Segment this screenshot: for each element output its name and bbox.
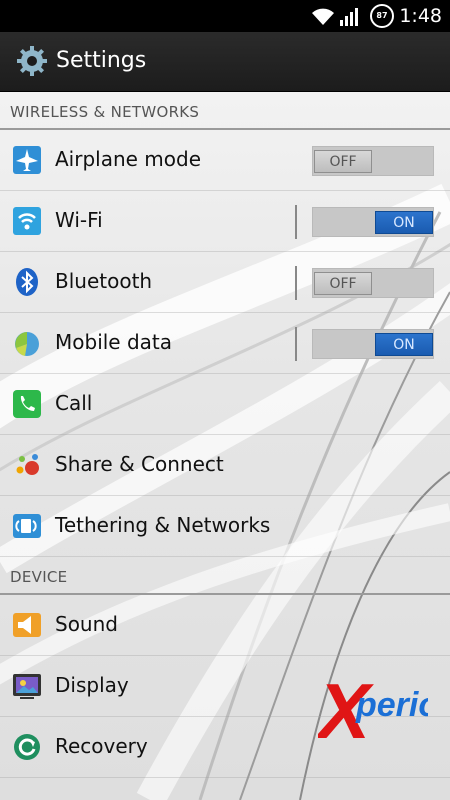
- bluetooth-row[interactable]: Bluetooth OFF: [0, 252, 450, 313]
- gear-icon[interactable]: [16, 45, 48, 81]
- battery-icon: 87: [370, 4, 394, 28]
- svg-text:perion: perion: [355, 686, 428, 724]
- wifi-toggle[interactable]: ON: [312, 207, 434, 237]
- cell-signal-icon: [340, 6, 362, 30]
- wifi-row[interactable]: Wi-Fi ON: [0, 191, 450, 252]
- xperion-logo: X perion: [314, 667, 450, 755]
- bluetooth-toggle[interactable]: OFF: [312, 268, 434, 298]
- airplane-icon: [12, 145, 42, 175]
- display-icon: [12, 671, 42, 701]
- mobile-data-icon: [12, 328, 42, 358]
- clock: 1:48: [399, 5, 442, 27]
- row-divider: [295, 327, 297, 361]
- row-divider: [295, 205, 297, 239]
- sound-row[interactable]: Sound: [0, 595, 450, 656]
- wifi-icon: [12, 206, 42, 236]
- page-title: Settings: [56, 48, 147, 73]
- section-header-device: DEVICE: [0, 557, 450, 595]
- airplane-mode-row[interactable]: Airplane mode OFF: [0, 130, 450, 191]
- phone-icon: [12, 389, 42, 419]
- bluetooth-icon: [12, 267, 42, 297]
- tethering-icon: [12, 511, 42, 541]
- share-connect-icon: [12, 450, 42, 480]
- action-bar: Settings: [0, 32, 450, 92]
- status-bar: 87 1:48: [0, 0, 450, 32]
- wifi-signal-icon: [310, 5, 336, 31]
- recovery-icon: [12, 732, 42, 762]
- speaker-icon: [12, 610, 42, 640]
- mobile-data-row[interactable]: Mobile data ON: [0, 313, 450, 374]
- tethering-row[interactable]: Tethering & Networks: [0, 496, 450, 557]
- airplane-mode-toggle[interactable]: OFF: [312, 146, 434, 176]
- share-connect-row[interactable]: Share & Connect: [0, 435, 450, 496]
- mobile-data-toggle[interactable]: ON: [312, 329, 434, 359]
- section-header-wireless: WIRELESS & NETWORKS: [0, 92, 450, 130]
- row-divider: [295, 266, 297, 300]
- call-row[interactable]: Call: [0, 374, 450, 435]
